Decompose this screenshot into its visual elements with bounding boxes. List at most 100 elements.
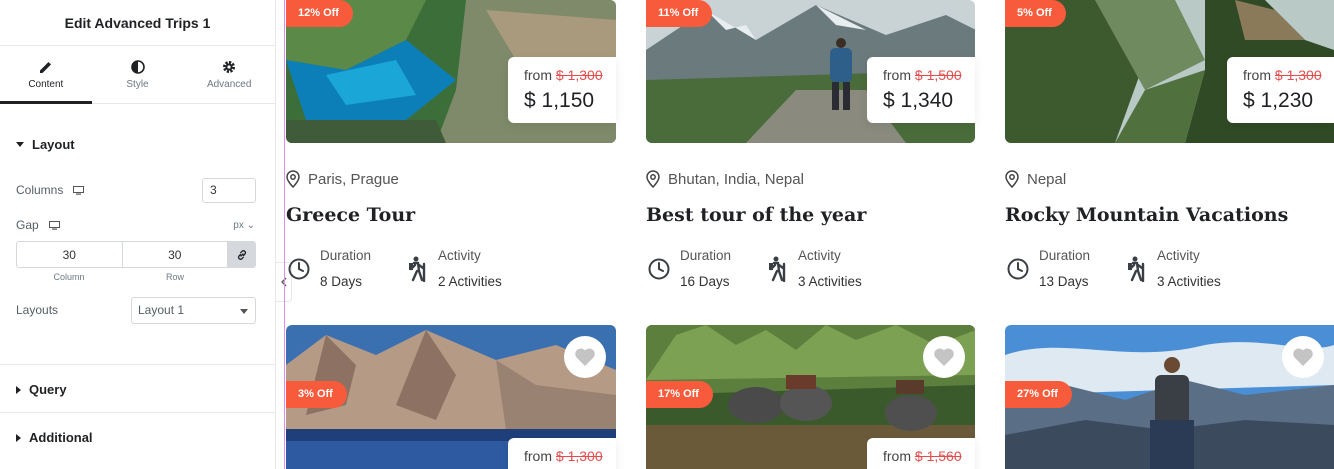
panel-header: Edit Advanced Trips 1	[0, 0, 275, 46]
layout-section-label: Layout	[32, 137, 75, 152]
pencil-icon	[39, 62, 51, 73]
trip-activity: Activity 3 Activities	[766, 243, 862, 295]
location-text: Bhutan, India, Nepal	[668, 170, 804, 188]
layout-section-toggle[interactable]: Layout	[0, 137, 91, 152]
new-price: $ 1,230	[1243, 89, 1314, 112]
clock-icon	[648, 258, 670, 280]
old-price: $ 1,300	[555, 67, 603, 83]
price-from-label: from	[524, 448, 552, 464]
gap-row-label: Row	[165, 272, 184, 282]
heart-icon	[934, 348, 954, 366]
trip-title[interactable]: Greece Tour	[286, 204, 415, 226]
gap-control: Gap px ⌄	[16, 218, 255, 232]
divider	[0, 364, 275, 365]
new-price: $ 1,150	[524, 89, 595, 112]
clock-icon	[288, 258, 310, 280]
columns-label: Columns	[16, 183, 64, 197]
gap-inputs: 30 30	[16, 241, 256, 268]
trip-duration: Duration 13 Days	[1007, 243, 1090, 295]
caret-right-icon	[16, 433, 21, 442]
gap-column-input[interactable]: 30	[17, 242, 123, 267]
caret-down-icon	[16, 142, 24, 147]
layouts-select[interactable]: Layout 1	[131, 297, 256, 324]
tab-style[interactable]: Style	[92, 46, 184, 103]
hiker-icon	[1128, 256, 1145, 282]
price-from: from $ 1,560	[883, 448, 962, 464]
gap-unit-label: px	[233, 219, 244, 231]
columns-input[interactable]: 3	[202, 178, 256, 203]
new-price: $ 1,340	[883, 89, 954, 112]
gap-sub-labels: Column Row	[16, 272, 228, 282]
old-price: $ 1,500	[914, 67, 962, 83]
clock-icon	[1007, 258, 1029, 280]
layouts-select-value: Layout 1	[138, 303, 185, 317]
caret-right-icon	[16, 385, 21, 394]
discount-badge: 11% Off	[646, 0, 713, 27]
divider	[0, 412, 275, 413]
trip-duration: Duration 16 Days	[648, 243, 731, 295]
activity-value: 2 Activities	[438, 274, 502, 289]
trip-activity: Activity 3 Activities	[1125, 243, 1221, 295]
query-section-toggle[interactable]: Query	[0, 382, 83, 397]
link-icon	[237, 249, 246, 260]
gap-row-input[interactable]: 30	[123, 242, 228, 267]
wishlist-button[interactable]	[1282, 336, 1324, 378]
layouts-label: Layouts	[16, 303, 59, 317]
price-from-label: from	[883, 448, 911, 464]
desktop-icon[interactable]	[73, 185, 85, 195]
duration-label: Duration	[680, 248, 732, 263]
gear-icon	[223, 61, 236, 73]
panel-tabs: Content Style Advanced	[0, 46, 275, 104]
old-price: $ 1,300	[555, 448, 603, 464]
price-from-label: from	[524, 67, 552, 83]
duration-value: 16 Days	[680, 274, 730, 289]
discount-badge: 5% Off	[1005, 0, 1066, 27]
duration-value: 13 Days	[1039, 274, 1089, 289]
tab-content-label: Content	[28, 79, 64, 90]
old-price: $ 1,560	[914, 448, 962, 464]
duration-value: 8 Days	[320, 274, 363, 289]
chevron-down-icon: ⌄	[246, 219, 255, 231]
desktop-icon[interactable]	[48, 220, 60, 230]
additional-section-label: Additional	[29, 430, 93, 445]
hiker-icon	[409, 256, 426, 282]
price-box: from $ 1,500 $ 1,340	[867, 57, 975, 123]
price-from: from $ 1,300	[524, 448, 603, 464]
link-values-button[interactable]	[228, 242, 255, 267]
gap-unit-select[interactable]: px ⌄	[233, 220, 255, 231]
tab-style-label: Style	[126, 79, 149, 90]
discount-badge: 17% Off	[646, 381, 713, 408]
activity-label: Activity	[1157, 248, 1200, 263]
heart-icon	[575, 348, 595, 366]
price-box: from $ 1,300 $ 1,150	[508, 57, 616, 123]
old-price: $ 1,300	[1274, 67, 1322, 83]
price-from-label: from	[883, 67, 911, 83]
price-from: from $ 1,300	[1243, 67, 1322, 83]
price-box: from $ 1,560	[867, 438, 975, 469]
half-circle-icon	[130, 60, 145, 74]
gap-label: Gap	[16, 218, 39, 232]
trip-title[interactable]: Rocky Mountain Vacations	[1005, 204, 1288, 226]
discount-badge: 3% Off	[286, 381, 347, 408]
wishlist-button[interactable]	[564, 336, 606, 378]
trip-title[interactable]: Best tour of the year	[646, 204, 866, 226]
tab-advanced-label: Advanced	[206, 79, 252, 90]
trip-duration: Duration 8 Days	[288, 243, 371, 295]
editor-guide-line	[284, 0, 285, 469]
tab-content[interactable]: Content	[0, 46, 92, 104]
heart-icon	[1293, 348, 1313, 366]
duration-label: Duration	[320, 248, 372, 263]
wishlist-button[interactable]	[923, 336, 965, 378]
price-from-label: from	[1243, 67, 1271, 83]
trip-location: Paris, Prague	[286, 170, 399, 188]
location-text: Paris, Prague	[308, 170, 399, 188]
trip-location: Bhutan, India, Nepal	[646, 170, 804, 188]
trip-location: Nepal	[1005, 170, 1066, 188]
tab-advanced[interactable]: Advanced	[183, 46, 275, 103]
activity-value: 3 Activities	[798, 274, 862, 289]
panel-title: Edit Advanced Trips 1	[64, 14, 211, 31]
map-pin-icon	[286, 170, 300, 188]
discount-badge: 12% Off	[286, 0, 353, 27]
editor-panel: Edit Advanced Trips 1 Content Style Adva…	[0, 0, 276, 469]
additional-section-toggle[interactable]: Additional	[0, 430, 109, 445]
